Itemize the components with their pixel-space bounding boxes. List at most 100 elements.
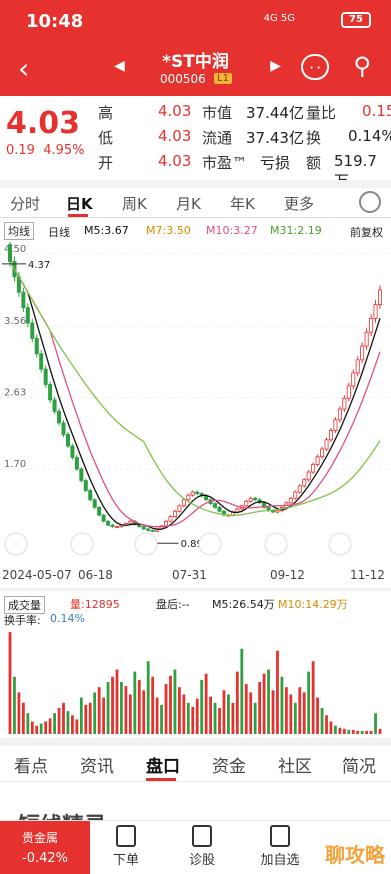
volume-bar: [17, 692, 21, 734]
candle: [30, 322, 35, 339]
volume-bar: [120, 682, 123, 734]
ma10-value: M10:3.27: [206, 224, 258, 237]
vol-ma5: M5:26.54万: [212, 598, 275, 611]
volume-bar: [320, 708, 324, 734]
market-ticker[interactable]: 贵金属 -0.42%: [0, 821, 90, 874]
candle: [74, 457, 79, 470]
volume-bar: [133, 671, 137, 734]
volume-bar: [360, 730, 364, 734]
volume-bar: [347, 729, 351, 734]
divider: [0, 738, 391, 746]
zoom-minus-button[interactable]: [134, 532, 158, 556]
turnover-label: 换: [306, 129, 322, 147]
x-tick: 07-31: [172, 568, 207, 582]
candle: [186, 494, 191, 501]
turnover-value: 0.14%: [348, 127, 391, 145]
volume-bar: [200, 679, 204, 734]
order-label: 下单: [112, 853, 139, 868]
volume-bar: [111, 676, 114, 734]
order-icon: [116, 825, 136, 847]
tab-day-k[interactable]: 日K: [66, 193, 93, 214]
volume-bar: [204, 673, 208, 734]
add-watchlist-button[interactable]: 加自选: [250, 825, 310, 868]
chart-settings-icon[interactable]: [359, 191, 381, 213]
tab-profile[interactable]: 简况: [342, 752, 376, 777]
candle: [213, 503, 218, 508]
zoom-in-button[interactable]: [70, 532, 94, 556]
next-stock-icon[interactable]: ▶: [270, 58, 281, 74]
tab-week-k[interactable]: 周K: [122, 193, 147, 214]
candle: [181, 499, 186, 507]
search-icon[interactable]: ⚲: [353, 52, 371, 80]
candles: [7, 242, 382, 533]
volume-bar: [62, 702, 65, 734]
volume-bar: [182, 694, 186, 734]
volume-bar: [66, 711, 70, 734]
tab-highlights[interactable]: 看点: [14, 752, 48, 777]
assistant-robot-icon[interactable]: [301, 54, 329, 80]
y-axis-labels: 4.50 3.56 2.63 1.70: [4, 244, 26, 470]
tab-intraday[interactable]: 分时: [10, 193, 40, 214]
diagnose-button[interactable]: 诊股: [172, 825, 232, 868]
volume-bar: [53, 713, 56, 734]
tab-year-k[interactable]: 年K: [230, 193, 255, 214]
volume-bar: [195, 698, 199, 734]
volume-bar: [378, 728, 382, 734]
fullscreen-button[interactable]: [328, 532, 352, 556]
volume-bar: [160, 704, 163, 734]
candle: [275, 510, 280, 513]
volume-bar: [155, 697, 159, 734]
pe-label: 市盈™: [202, 154, 248, 172]
candle: [360, 345, 365, 361]
ma5-line: [9, 261, 381, 530]
volume-bar: [240, 648, 244, 734]
candle: [97, 507, 102, 516]
volume-legend: 成交量 量:12895 盘后:-- M5:26.54万 M10:14.29万 换…: [0, 592, 391, 627]
tab-month-k[interactable]: 月K: [176, 193, 201, 214]
volume-bar: [351, 729, 355, 734]
candle: [70, 445, 75, 458]
volume-chart[interactable]: [0, 626, 391, 736]
stock-code: 000506: [160, 72, 206, 86]
tab-more[interactable]: 更多: [284, 193, 314, 214]
candle: [164, 520, 169, 527]
volume-bar: [97, 687, 101, 734]
kline-chart[interactable]: 4.503.562.631.70 4.370.89: [0, 242, 391, 562]
adjust-mode[interactable]: 前复权: [350, 224, 383, 240]
change-value: 0.19: [6, 143, 35, 158]
volume-bar: [253, 702, 257, 734]
volume-bars: [8, 632, 382, 734]
candle: [128, 520, 133, 524]
tab-news[interactable]: 资讯: [80, 752, 114, 777]
volume-bar: [342, 728, 346, 734]
candle: [172, 510, 177, 518]
ma5-value: M5:3.67: [84, 224, 129, 237]
signal-indicator: 4G 5G: [263, 13, 295, 24]
tab-order-book[interactable]: 盘口: [146, 752, 180, 777]
candle: [61, 422, 66, 435]
candle: [65, 434, 70, 447]
order-button[interactable]: 下单: [96, 825, 156, 868]
volume-bar: [244, 684, 248, 734]
scroll-left-button[interactable]: [198, 532, 222, 556]
candle: [204, 495, 209, 501]
candle: [177, 505, 182, 512]
tab-funds[interactable]: 资金: [212, 752, 246, 777]
after-hours-value: 盘后:--: [156, 598, 190, 611]
watermark-logo: 聊攻略: [325, 843, 385, 867]
volume-bar: [173, 669, 177, 734]
volume-bar: [13, 676, 16, 734]
zoom-out-button[interactable]: [4, 532, 28, 556]
volume-bar: [280, 676, 284, 734]
battery-icon: 75: [341, 12, 371, 28]
indicator-selector[interactable]: 均线: [4, 222, 34, 240]
candle: [306, 471, 311, 481]
info-tabs: 看点 资讯 盘口 资金 社区 简况: [0, 746, 391, 782]
scroll-right-button[interactable]: [264, 532, 288, 556]
diagnose-label: 诊股: [188, 853, 215, 868]
candle: [346, 385, 351, 399]
candle: [7, 244, 12, 262]
tab-community[interactable]: 社区: [278, 752, 312, 777]
volume-bar: [93, 692, 97, 734]
x-tick: 06-18: [78, 568, 113, 582]
